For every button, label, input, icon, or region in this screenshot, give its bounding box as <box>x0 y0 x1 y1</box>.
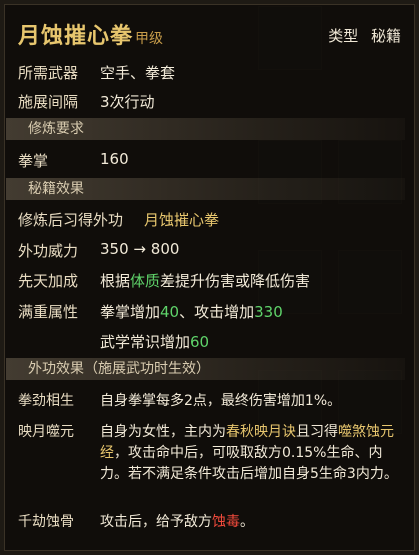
type-label: 类型 <box>328 27 359 45</box>
external-effect-1: 拳劲相生 自身拳掌每多2点，最终伤害增加1%。 <box>18 391 400 412</box>
external-effect-3: 千劫蚀骨 攻击后，给予敌方蚀毒。 <box>18 512 400 533</box>
requirement-value: 160 <box>100 150 129 168</box>
learn-value: 月蚀摧心拳 <box>144 211 220 229</box>
full-b-pre: 武学常识增加 <box>100 333 191 351</box>
full-row-2: 武学常识增加60 <box>100 331 209 352</box>
innate-label: 先天加成 <box>18 272 79 290</box>
item-name: 月蚀摧心拳 <box>18 24 134 49</box>
learn-label: 修炼后习得外功 <box>18 211 124 229</box>
power-arrow: → <box>133 240 146 258</box>
interval-row: 施展间隔 3次行动 <box>18 91 155 112</box>
requirement-label: 拳掌 <box>18 152 49 170</box>
external-effect-2-t2: 且习得 <box>296 424 338 440</box>
requirement-row: 拳掌 160 <box>18 150 129 171</box>
section-external: 外功效果（施展武功时生效） <box>6 358 405 380</box>
weapon-label: 所需武器 <box>18 64 79 82</box>
external-effect-2-label: 映月噬元 <box>18 424 74 440</box>
external-effect-2-t3: ，攻击命中后，可吸取敌方0.15%生命、内力。若不满足条件攻击后增加自身5生命3… <box>100 445 398 482</box>
type-value: 秘籍 <box>370 27 401 45</box>
power-from: 350 <box>100 240 129 258</box>
external-effect-1-text: 自身拳掌每多2点，最终伤害增加1%。 <box>100 393 342 409</box>
full-row: 满重属性 拳掌增加40、攻击增加330 <box>18 301 283 322</box>
full-b-value: 60 <box>190 333 210 351</box>
section-requirements: 修炼要求 <box>6 118 405 140</box>
full-label: 满重属性 <box>18 303 79 321</box>
full-a-value: 40 <box>160 303 180 321</box>
learn-row: 修炼后习得外功 月蚀摧心拳 <box>18 209 219 230</box>
full-a-value2: 330 <box>254 303 283 321</box>
innate-highlight: 体质 <box>130 272 161 290</box>
innate-row: 先天加成 根据体质差提升伤害或降低伤害 <box>18 270 310 291</box>
full-a-mid: 、攻击增加 <box>179 303 255 321</box>
section-effects: 秘籍效果 <box>6 178 405 200</box>
external-effect-3-t1: 攻击后，给予敌方 <box>100 514 212 530</box>
weapon-value: 空手、拳套 <box>100 64 176 82</box>
item-type: 类型 秘籍 <box>328 25 401 46</box>
innate-pre: 根据 <box>100 272 131 290</box>
power-label: 外功威力 <box>18 242 79 260</box>
power-to: 800 <box>150 240 180 258</box>
full-a-pre: 拳掌增加 <box>100 303 161 321</box>
item-title-row: 月蚀摧心拳 甲级 <box>18 18 164 49</box>
power-row: 外功威力 350 → 800 <box>18 240 179 261</box>
weapon-row: 所需武器 空手、拳套 <box>18 62 175 83</box>
interval-label: 施展间隔 <box>18 93 79 111</box>
external-effect-2: 映月噬元 自身为女性，主内为春秋映月诀且习得噬煞蚀元经，攻击命中后，可吸取敌方0… <box>18 422 400 485</box>
external-effect-2-h1: 春秋映月诀 <box>226 424 296 440</box>
external-effect-3-t2: 。 <box>240 514 254 530</box>
external-effect-3-h1: 蚀毒 <box>212 514 240 530</box>
innate-post: 差提升伤害或降低伤害 <box>160 272 311 290</box>
external-effect-1-label: 拳劲相生 <box>18 393 74 409</box>
item-grade: 甲级 <box>135 31 164 47</box>
external-effect-3-label: 千劫蚀骨 <box>18 514 74 530</box>
external-effect-2-t1: 自身为女性，主内为 <box>100 424 226 440</box>
interval-value: 3次行动 <box>100 93 155 111</box>
